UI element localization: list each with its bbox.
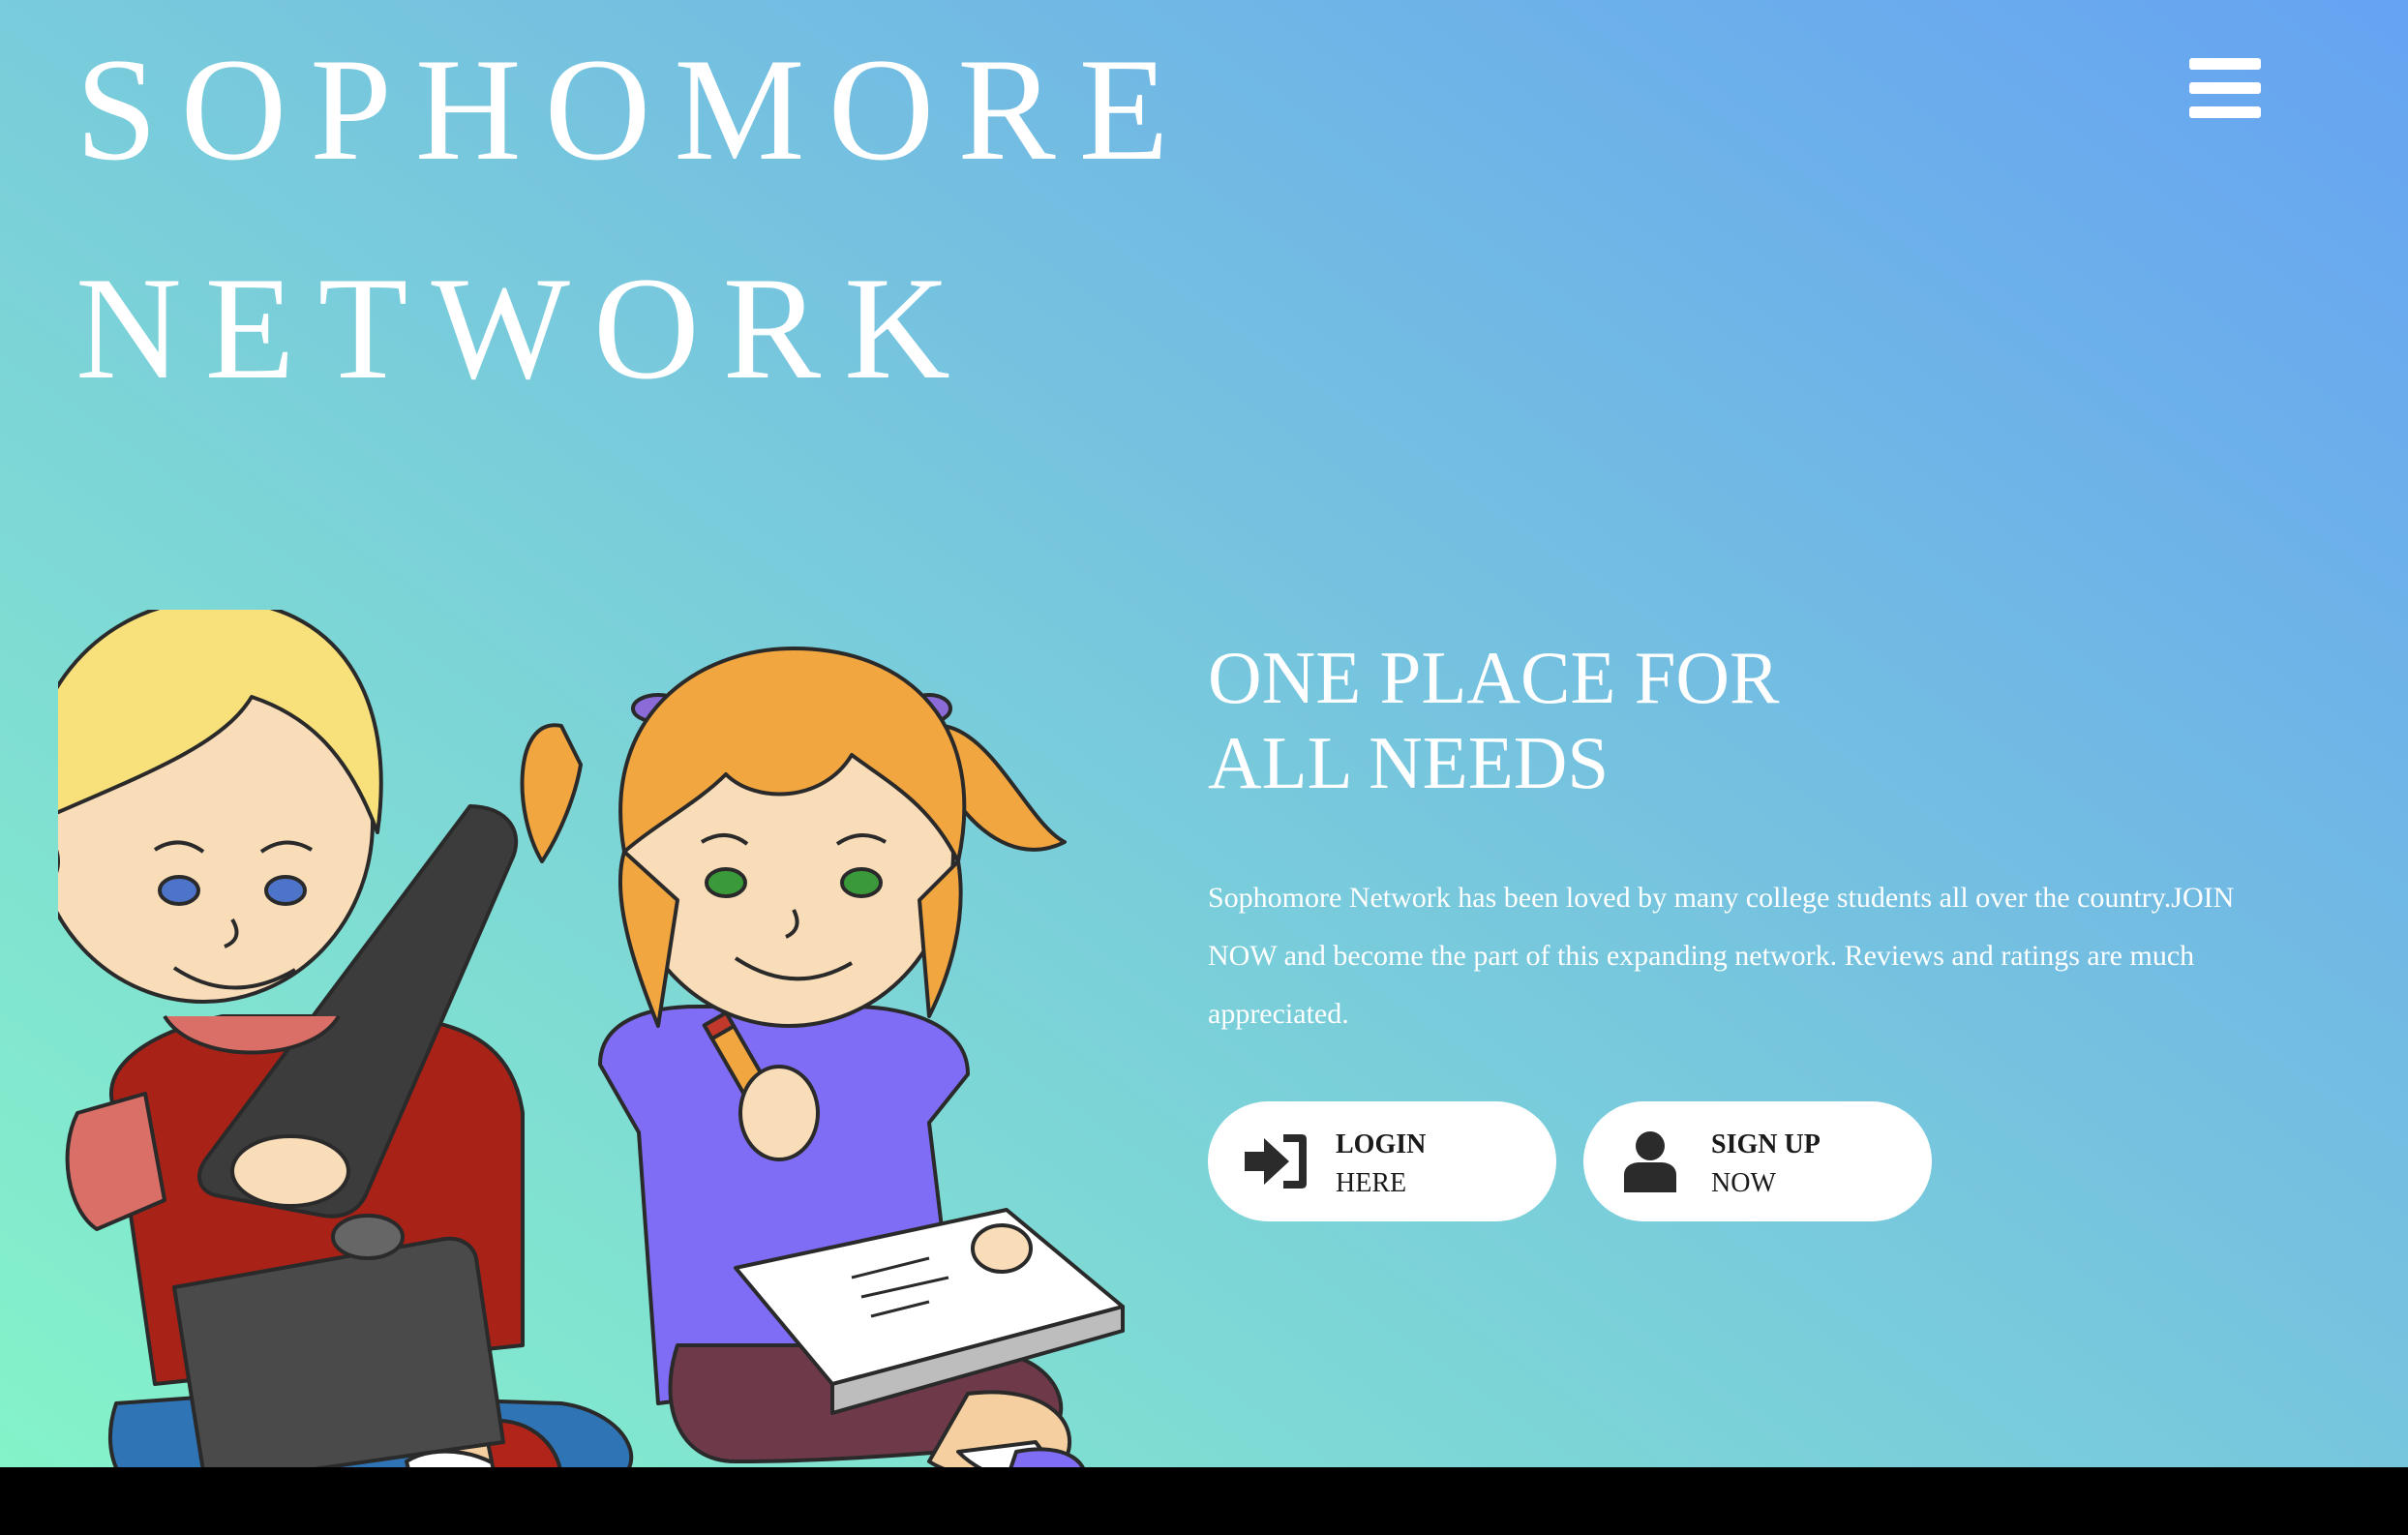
hamburger-menu-icon[interactable] [2189, 58, 2261, 118]
girl-figure [520, 647, 1125, 1503]
hero-title-line-1: ONE PLACE FOR [1208, 636, 1780, 719]
signup-button[interactable]: SIGN UP NOW [1583, 1101, 1932, 1221]
menu-bar [2189, 106, 2261, 118]
user-icon [1624, 1131, 1676, 1192]
login-label: LOGIN [1336, 1129, 1427, 1159]
login-sublabel: HERE [1336, 1168, 1407, 1198]
site-logo-title[interactable]: SOPHOMORE NETWORK [75, 0, 1192, 437]
menu-bar [2189, 82, 2261, 94]
login-button[interactable]: LOGIN HERE [1208, 1101, 1556, 1221]
menu-bar [2189, 58, 2261, 70]
hero-title: ONE PLACE FOR ALL NEEDS [1208, 635, 1779, 805]
signup-sublabel: NOW [1711, 1168, 1776, 1198]
hero-description: Sophomore Network has been loved by many… [1208, 882, 2235, 1030]
kids-studying-illustration [58, 610, 1125, 1519]
signup-label: SIGN UP [1711, 1129, 1821, 1159]
brand-line-2: NETWORK [75, 247, 974, 409]
hero-title-line-2: ALL NEEDS [1208, 721, 1610, 804]
sign-in-icon [1245, 1134, 1307, 1189]
brand-line-1: SOPHOMORE [75, 28, 1192, 191]
footer-bar [0, 1467, 2408, 1535]
